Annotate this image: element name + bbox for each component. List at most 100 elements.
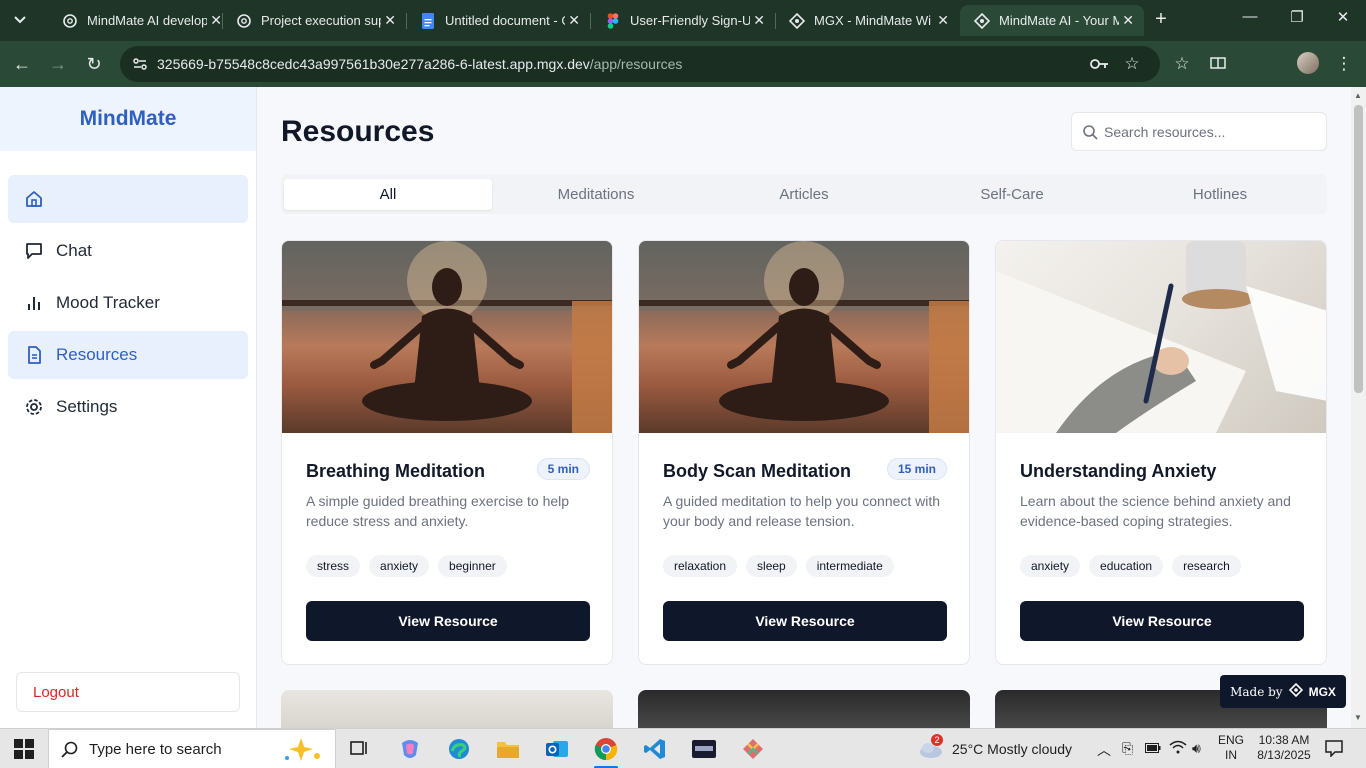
- password-key-icon[interactable]: [1089, 53, 1111, 75]
- close-tab-icon[interactable]: ✕: [753, 12, 765, 29]
- browser-tab[interactable]: MindMate AI develop ✕: [48, 5, 232, 36]
- browser-tab[interactable]: MGX - MindMate Wi ✕: [775, 5, 959, 36]
- new-tab-icon[interactable]: +: [1150, 8, 1172, 31]
- browser-toolbar: ← → ↻ 325669-b75548c8cedc43a997561b30e27…: [0, 41, 1366, 87]
- site-settings-icon[interactable]: [132, 56, 148, 72]
- browser-tab-title: MindMate AI develop: [87, 13, 207, 28]
- made-by-badge[interactable]: Made by MGX: [1220, 675, 1346, 708]
- reload-icon[interactable]: ↻: [82, 52, 106, 76]
- copilot-sparkle-icon[interactable]: [281, 736, 325, 767]
- back-icon[interactable]: ←: [10, 52, 34, 76]
- close-tab-icon[interactable]: ✕: [384, 12, 396, 29]
- tag-list: anxiety education research: [1020, 555, 1241, 577]
- favorites-icon[interactable]: ☆: [1171, 53, 1193, 75]
- browser-tab[interactable]: User-Friendly Sign-Up ✕: [591, 5, 775, 36]
- volume-icon[interactable]: 🔊︎: [1192, 740, 1201, 757]
- clock[interactable]: 10:38 AM 8/13/2025: [1252, 733, 1316, 763]
- view-resource-button[interactable]: View Resource: [663, 601, 947, 641]
- weather-badge: 2: [931, 734, 943, 746]
- logout-button[interactable]: Logout: [16, 672, 240, 712]
- card-title: Breathing Meditation: [306, 461, 485, 481]
- close-tab-icon[interactable]: ✕: [1122, 12, 1134, 29]
- sidebar-item-mood-tracker[interactable]: Mood Tracker: [8, 279, 248, 327]
- terminal-app-icon[interactable]: [690, 735, 718, 763]
- tab-all[interactable]: All: [284, 179, 492, 210]
- browser-menu-icon[interactable]: ⋮: [1333, 53, 1355, 75]
- copilot-icon[interactable]: [396, 735, 424, 763]
- view-resource-button[interactable]: View Resource: [1020, 601, 1304, 641]
- minimize-icon[interactable]: —: [1235, 8, 1265, 25]
- windows-start-icon[interactable]: [14, 739, 34, 759]
- close-tab-icon[interactable]: ✕: [210, 12, 222, 29]
- tab-hotlines[interactable]: Hotlines: [1116, 179, 1324, 210]
- resource-tabs: All Meditations Articles Self-Care Hotli…: [281, 174, 1327, 214]
- url-text[interactable]: 325669-b75548c8cedc43a997561b30e277a286-…: [157, 56, 682, 72]
- browser-tab[interactable]: Untitled document - G ✕: [406, 5, 590, 36]
- brand-bar: MindMate: [0, 87, 256, 151]
- tag: anxiety: [1020, 555, 1081, 577]
- card-title: Body Scan Meditation: [663, 461, 852, 481]
- openai-icon: [236, 13, 252, 29]
- battery-icon[interactable]: [1145, 740, 1161, 756]
- close-window-icon[interactable]: ✕: [1328, 8, 1358, 26]
- card-description: A simple guided breathing exercise to he…: [306, 493, 570, 529]
- browser-tab[interactable]: Project execution sup ✕: [222, 5, 406, 36]
- sidebar-item-label: Chat: [56, 241, 92, 260]
- brand-logo[interactable]: MindMate: [80, 107, 177, 131]
- weather-text: 25°C Mostly cloudy: [952, 741, 1072, 757]
- show-hidden-icons-icon[interactable]: ︿: [1097, 740, 1111, 760]
- view-resource-button[interactable]: View Resource: [306, 601, 590, 641]
- bookmark-star-icon[interactable]: ☆: [1121, 53, 1143, 75]
- sidebar-item-settings[interactable]: Settings: [8, 383, 248, 431]
- scroll-thumb[interactable]: [1354, 105, 1363, 393]
- wifi-icon[interactable]: [1169, 740, 1187, 757]
- network-drive-icon[interactable]: ⎘: [1122, 740, 1133, 757]
- notifications-icon[interactable]: [1325, 739, 1343, 760]
- profile-avatar[interactable]: [1297, 52, 1319, 74]
- browser-tab-active[interactable]: MindMate AI - Your M ✕: [960, 5, 1144, 36]
- tag: beginner: [438, 555, 507, 577]
- scroll-up-icon[interactable]: ▲: [1354, 91, 1362, 100]
- close-tab-icon[interactable]: ✕: [937, 12, 949, 29]
- taskbar: Type here to search 2 25°C Mostly cloudy…: [0, 728, 1366, 768]
- address-bar[interactable]: 325669-b75548c8cedc43a997561b30e277a286-…: [120, 46, 1160, 82]
- page-title: Resources: [281, 115, 435, 148]
- browser-tab-title: Project execution sup: [261, 13, 381, 28]
- taskbar-search-placeholder: Type here to search: [89, 741, 222, 758]
- bar-chart-icon: [24, 293, 44, 313]
- sidebar-item-chat[interactable]: Chat: [8, 227, 248, 275]
- scroll-down-icon[interactable]: ▼: [1354, 713, 1362, 722]
- browser-tab-title: User-Friendly Sign-Up: [630, 13, 750, 28]
- vscode-icon[interactable]: [641, 735, 669, 763]
- document-icon: [24, 345, 44, 365]
- tab-search-menu-icon[interactable]: [8, 8, 32, 32]
- tab-articles[interactable]: Articles: [700, 179, 908, 210]
- search-box[interactable]: [1071, 112, 1327, 151]
- restore-icon[interactable]: ❐: [1282, 8, 1312, 26]
- tab-meditations[interactable]: Meditations: [492, 179, 700, 210]
- url-path: /app/resources: [589, 56, 683, 72]
- close-tab-icon[interactable]: ✕: [568, 12, 580, 29]
- page-scrollbar[interactable]: ▲ ▼: [1351, 87, 1366, 728]
- outlook-icon[interactable]: [543, 735, 571, 763]
- weather-widget[interactable]: 2 25°C Mostly cloudy: [918, 734, 1072, 758]
- forward-icon[interactable]: →: [46, 52, 70, 76]
- resource-card: Understanding Anxiety Learn about the sc…: [995, 240, 1327, 665]
- search-input[interactable]: [1104, 121, 1314, 143]
- git-app-icon[interactable]: [739, 735, 767, 763]
- resource-image: [639, 241, 969, 433]
- mgx-icon: [974, 12, 990, 29]
- tab-self-care[interactable]: Self-Care: [908, 179, 1116, 210]
- sidebar-item-home[interactable]: [8, 175, 248, 223]
- home-icon: [24, 189, 44, 209]
- file-explorer-icon[interactable]: [494, 735, 522, 763]
- sidebar-item-resources[interactable]: Resources: [8, 331, 248, 379]
- chrome-icon[interactable]: [592, 735, 620, 768]
- edge-icon[interactable]: [445, 735, 473, 763]
- task-view-icon[interactable]: [346, 735, 374, 763]
- region-code: IN: [1225, 748, 1237, 762]
- taskbar-search[interactable]: Type here to search: [48, 729, 336, 768]
- gear-icon: [24, 397, 44, 417]
- split-screen-icon[interactable]: [1207, 53, 1229, 75]
- language-indicator[interactable]: ENG IN: [1214, 733, 1248, 763]
